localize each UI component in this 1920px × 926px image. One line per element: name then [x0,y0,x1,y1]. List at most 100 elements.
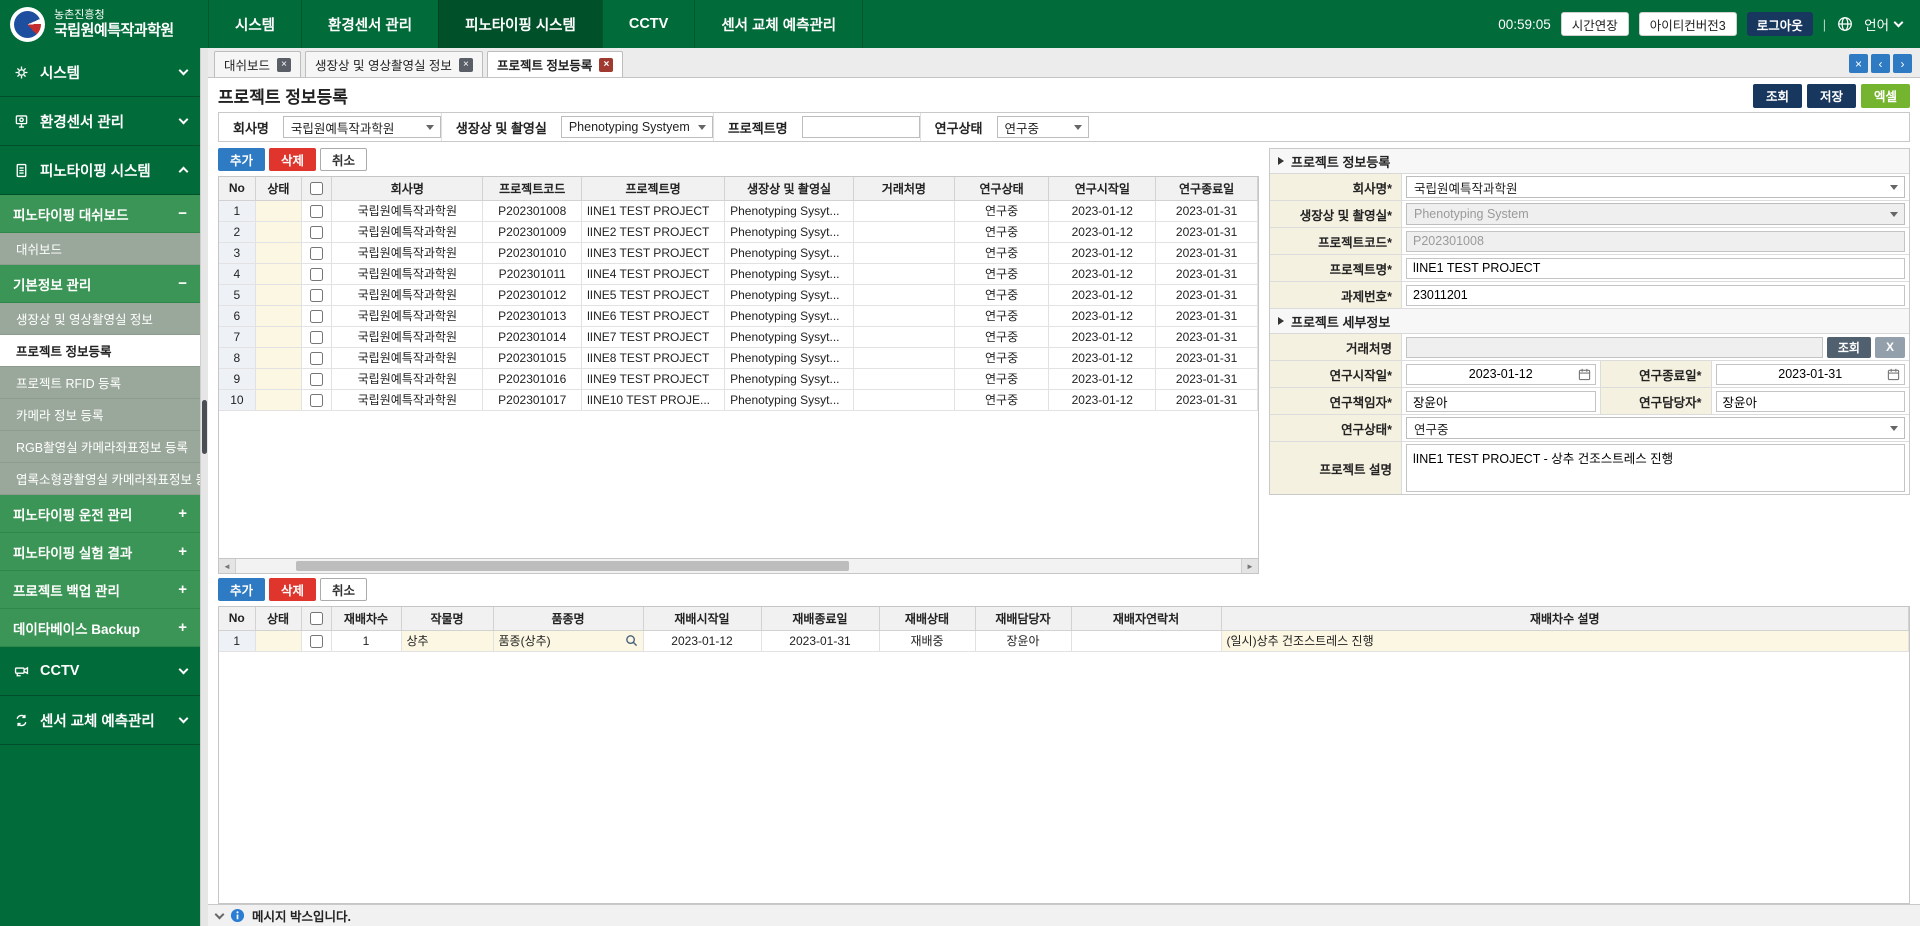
cell-name[interactable]: lINE8 TEST PROJECT [582,347,725,368]
cell-code[interactable]: P202301010 [483,242,582,263]
tab-next-button[interactable]: › [1893,54,1912,73]
cancel-button[interactable]: 취소 [320,578,367,601]
cell-end[interactable]: 2023-01-31 [1156,326,1258,347]
cell-code[interactable]: P202301017 [483,389,582,410]
sidebar-item-env-sensor[interactable]: 환경센서 관리 [0,97,200,146]
cell-chamber[interactable]: Phenotyping Sysyt... [725,389,854,410]
tab-project-registration[interactable]: 프로젝트 정보등록 × [487,51,623,77]
cell-end[interactable]: 2023-01-31 [1156,200,1258,221]
cell-status[interactable] [255,326,301,347]
nav-cctv[interactable]: CCTV [602,0,694,48]
cell-code[interactable]: P202301008 [483,200,582,221]
sidebar-item-system[interactable]: 시스템 [0,48,200,97]
col-client[interactable]: 거래처명 [854,177,955,200]
delete-button[interactable]: 삭제 [269,578,316,601]
cell-end[interactable]: 2023-01-31 [1156,368,1258,389]
cell-status[interactable] [255,284,301,305]
row-checkbox[interactable] [310,205,323,218]
tab-chamber-info[interactable]: 생장상 및 영상촬영실 정보 × [305,51,483,77]
cell-client[interactable] [854,305,955,326]
col-status[interactable]: 상태 [255,607,301,630]
cell-name[interactable]: lINE7 TEST PROJECT [582,326,725,347]
cell-start[interactable]: 2023-01-12 [1049,242,1156,263]
cell-no[interactable]: 9 [219,368,255,389]
calendar-icon[interactable] [1887,368,1900,381]
table-row[interactable]: 3 국립원예특작과학원 P202301010 lINE3 TEST PROJEC… [219,242,1258,263]
cell-end[interactable]: 2023-01-31 [1156,242,1258,263]
col-chamber[interactable]: 생장상 및 촬영실 [725,177,854,200]
chamber-select[interactable]: Phenotyping System [1406,203,1905,225]
cell-code[interactable]: P202301014 [483,326,582,347]
cell-rstatus[interactable]: 연구중 [954,305,1049,326]
project-description-field[interactable]: lINE1 TEST PROJECT - 상추 건조스트레스 진행 [1406,444,1905,492]
row-checkbox[interactable] [310,394,323,407]
col-name[interactable]: 프로젝트명 [582,177,725,200]
nav-env-sensor[interactable]: 환경센서 관리 [301,0,438,48]
cell-no[interactable]: 6 [219,305,255,326]
close-icon[interactable]: × [599,58,613,72]
cell-company[interactable]: 국립원예특작과학원 [332,284,483,305]
cell-start[interactable]: 2023-01-12 [1049,200,1156,221]
sidebar-item-chamber-info[interactable]: 생장상 및 영상촬영실 정보 [0,303,200,335]
tab-dashboard[interactable]: 대쉬보드 × [214,51,301,77]
table-row[interactable]: 8 국립원예특작과학원 P202301015 lINE8 TEST PROJEC… [219,347,1258,368]
cell-company[interactable]: 국립원예특작과학원 [332,200,483,221]
cell-end[interactable]: 2023-01-31 [1156,347,1258,368]
cell-start[interactable]: 2023-01-12 [1049,368,1156,389]
cell-no[interactable]: 10 [219,389,255,410]
sidebar-item-sensor-forecast[interactable]: 센서 교체 예측관리 [0,696,200,745]
tab-prev-button[interactable]: ‹ [1871,54,1890,73]
cell-code[interactable]: P202301012 [483,284,582,305]
row-checkbox[interactable] [310,310,323,323]
research-manager-field[interactable] [1716,391,1906,412]
cell-rstatus[interactable]: 연구중 [954,347,1049,368]
cell-gstatus[interactable]: 재배중 [879,630,975,651]
cell-variety[interactable]: 품종(상추) [493,630,643,651]
task-number-field[interactable] [1406,285,1905,306]
row-checkbox[interactable] [310,352,323,365]
end-date-field[interactable] [1716,364,1906,385]
cell-contact[interactable] [1071,630,1221,651]
collapse-icon[interactable]: − [178,275,187,292]
col-start[interactable]: 연구시작일 [1049,177,1156,200]
cell-no[interactable]: 4 [219,263,255,284]
cell-rstatus[interactable]: 연구중 [954,389,1049,410]
cell-start[interactable]: 2023-01-12 [1049,284,1156,305]
cell-name[interactable]: lINE9 TEST PROJECT [582,368,725,389]
cell-end[interactable]: 2023-01-31 [1156,263,1258,284]
cell-status[interactable] [255,242,301,263]
cell-name[interactable]: lINE10 TEST PROJE... [582,389,725,410]
search-button[interactable]: 조회 [1753,84,1802,108]
cell-status[interactable] [255,368,301,389]
start-date-field[interactable] [1406,364,1596,385]
cell-no[interactable]: 5 [219,284,255,305]
cell-name[interactable]: lINE3 TEST PROJECT [582,242,725,263]
cell-client[interactable] [854,326,955,347]
project-name-input[interactable] [802,116,920,138]
col-status[interactable]: 상태 [255,177,301,200]
add-button[interactable]: 추가 [218,148,265,171]
cell-name[interactable]: lINE5 TEST PROJECT [582,284,725,305]
table-row[interactable]: 1 국립원예특작과학원 P202301008 lINE1 TEST PROJEC… [219,200,1258,221]
cell-company[interactable]: 국립원예특작과학원 [332,263,483,284]
sidebar-group-operation[interactable]: 피노타이핑 운전 관리 + [0,495,200,533]
cell-company[interactable]: 국립원예특작과학원 [332,347,483,368]
row-checkbox[interactable] [310,268,323,281]
cell-end[interactable]: 2023-01-31 [1156,389,1258,410]
cell-chamber[interactable]: Phenotyping Sysyt... [725,305,854,326]
cell-end[interactable]: 2023-01-31 [761,630,879,651]
cell-client[interactable] [854,284,955,305]
cell-no[interactable]: 8 [219,347,255,368]
cell-rstatus[interactable]: 연구중 [954,326,1049,347]
add-button[interactable]: 추가 [218,578,265,601]
cell-no[interactable]: 1 [219,630,255,651]
row-checkbox[interactable] [310,635,323,648]
nav-system[interactable]: 시스템 [208,0,301,48]
cell-company[interactable]: 국립원예특작과학원 [332,221,483,242]
cell-rstatus[interactable]: 연구중 [954,284,1049,305]
cell-chamber[interactable]: Phenotyping Sysyt... [725,242,854,263]
cell-end[interactable]: 2023-01-31 [1156,221,1258,242]
row-checkbox[interactable] [310,289,323,302]
close-icon[interactable]: × [459,58,473,72]
sidebar-group-phenotyping-dashboard[interactable]: 피노타이핑 대쉬보드 − [0,195,200,233]
